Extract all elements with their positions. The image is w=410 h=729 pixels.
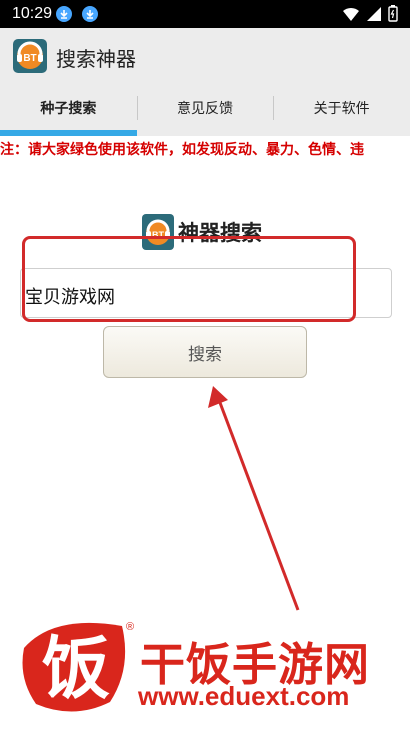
watermark-logo-icon: 饭 ® xyxy=(22,621,134,712)
watermark-url: www.eduext.com xyxy=(138,681,350,711)
svg-text:®: ® xyxy=(126,621,134,633)
watermark-logo-char: 饭 xyxy=(42,630,110,709)
